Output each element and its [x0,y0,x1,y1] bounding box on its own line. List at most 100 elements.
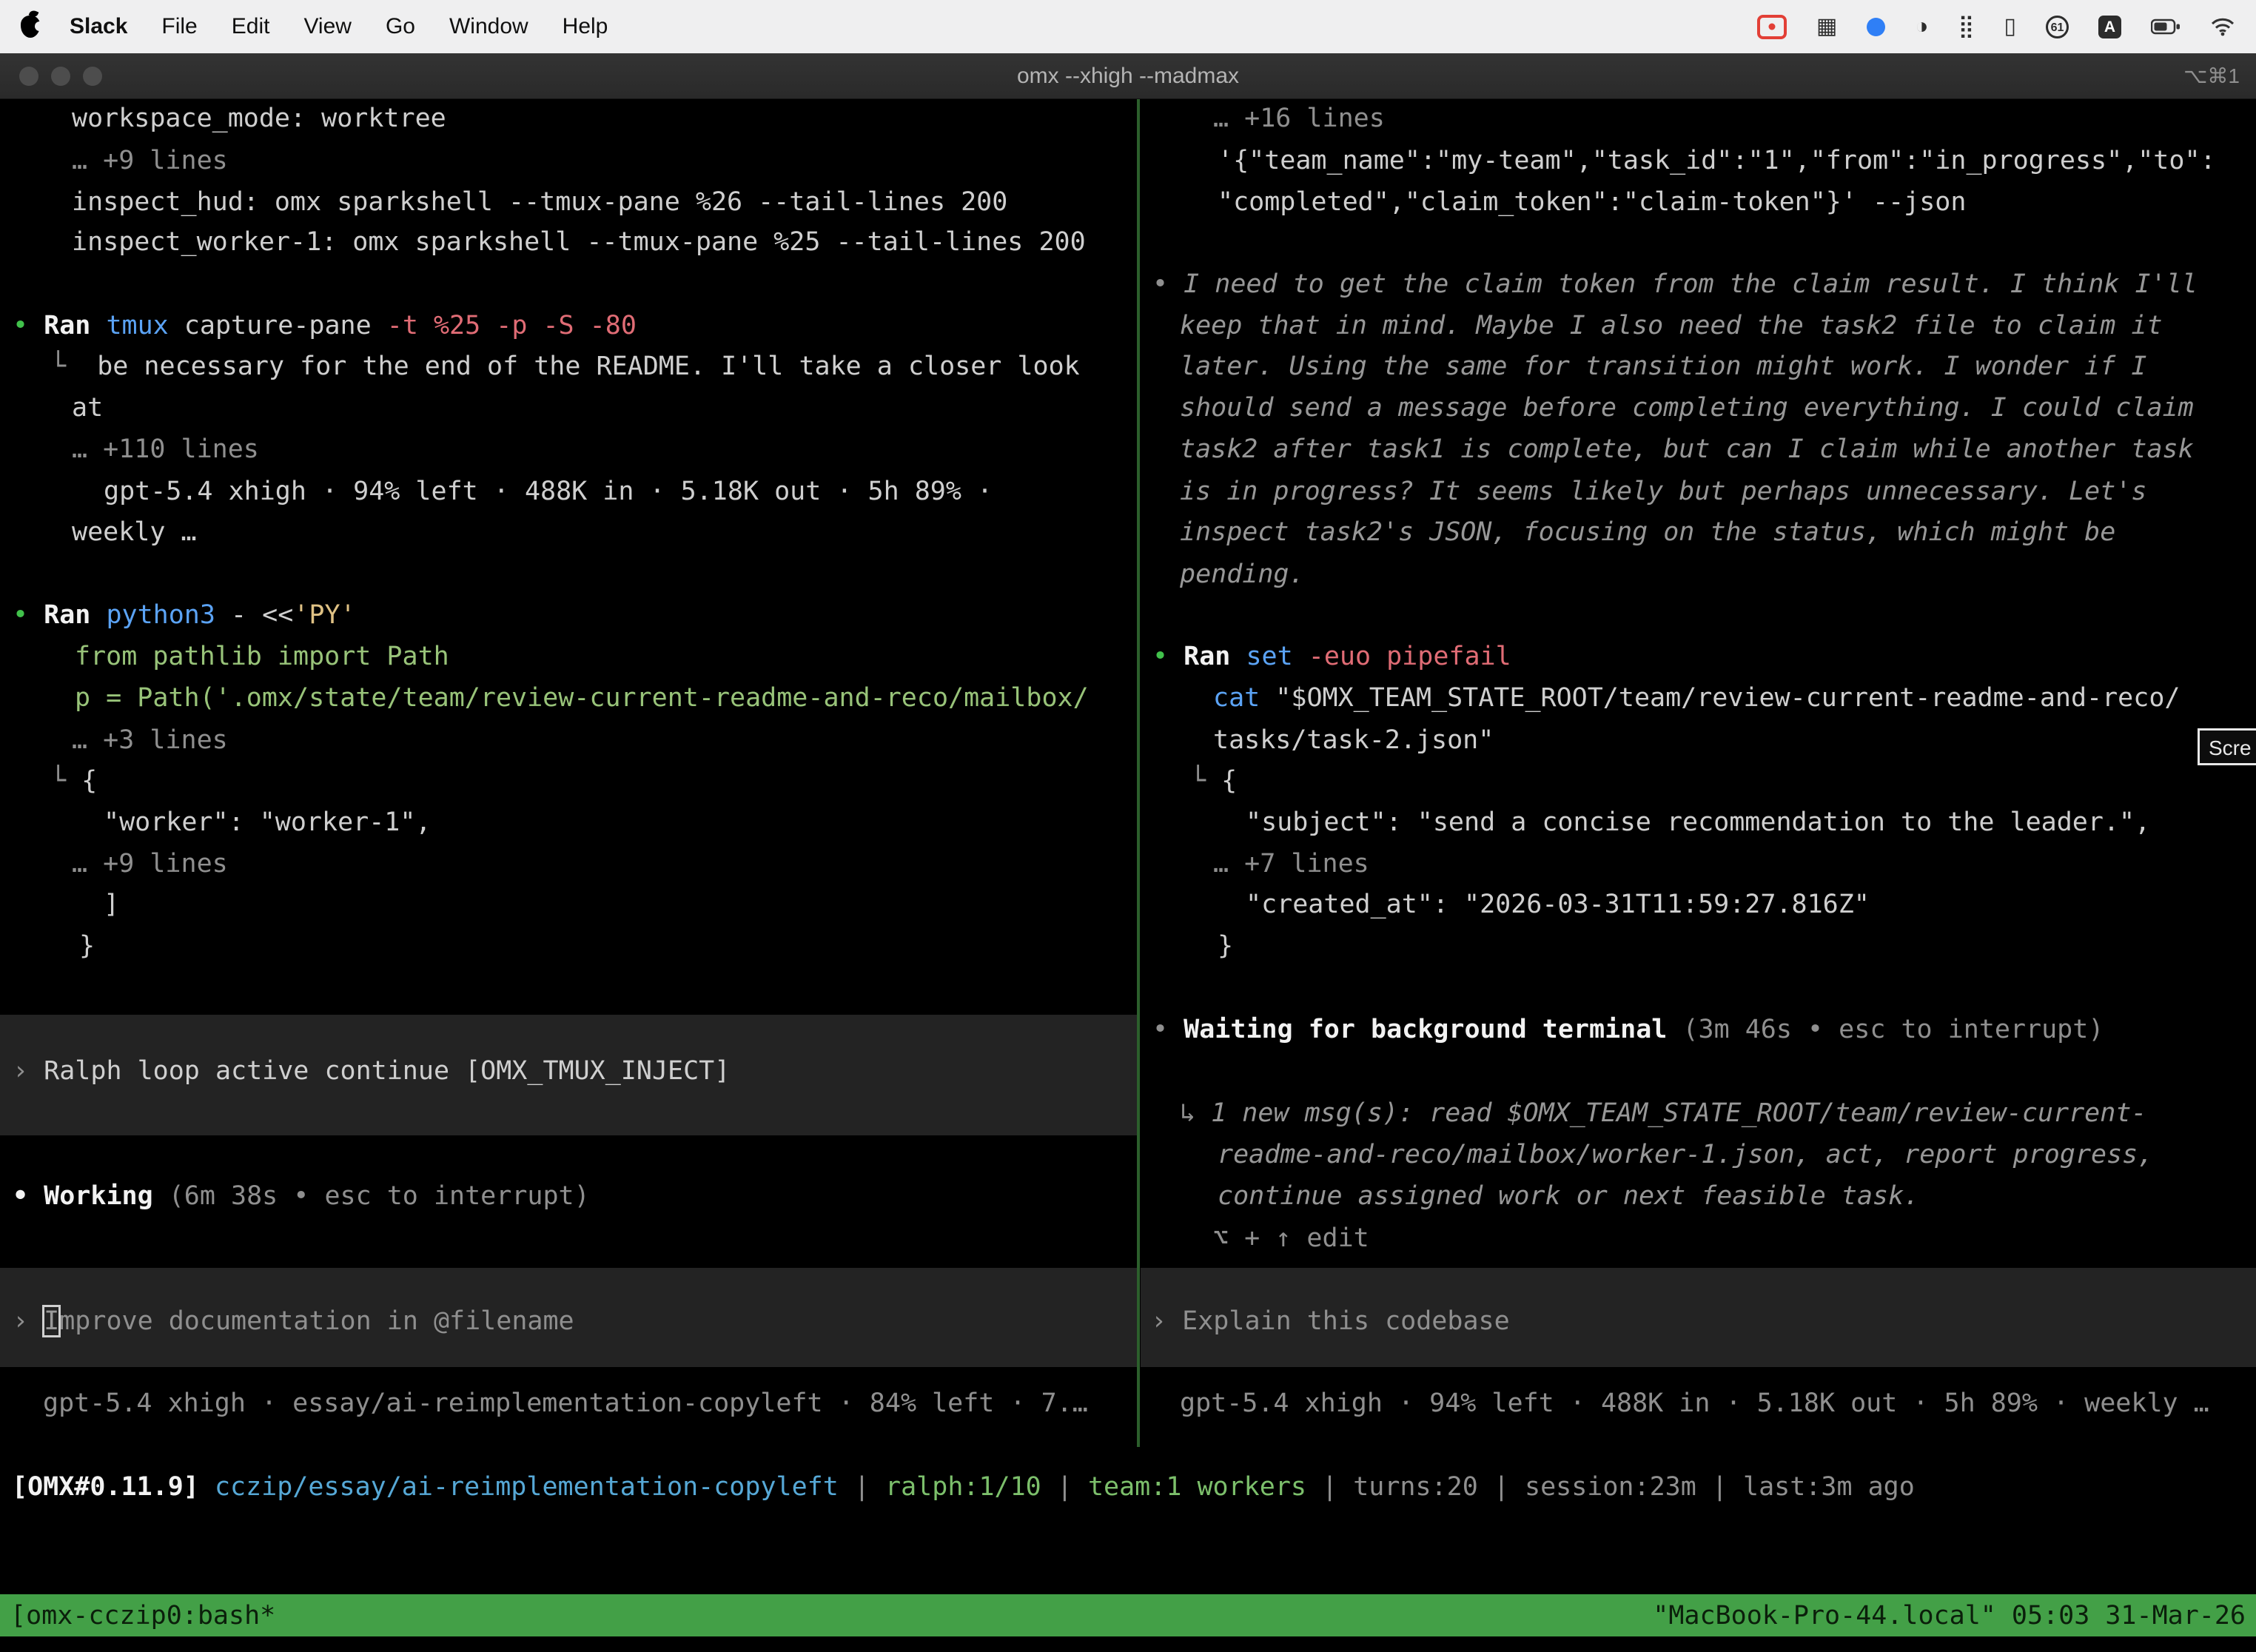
text-segment: continue assigned work or next feasible … [1218,1181,1919,1211]
text-segment: tasks/task-2.json" [1213,725,1494,755]
terminal-line: at [72,391,103,425]
terminal-line: inspect task2's JSON, focusing on the st… [1180,515,2115,549]
terminal-pane-left[interactable]: workspace_mode: worktree… +9 linesinspec… [0,98,1138,1497]
menu-go[interactable]: Go [386,14,415,39]
terminal-line: later. Using the same for transition mig… [1180,349,2146,383]
mailbox-notice-line: ↳ 1 new msg(s): read $OMX_TEAM_STATE_ROO… [1180,1096,2146,1130]
text-segment: gpt-5.4 xhigh · 94% left · 488K in · 5.1… [1180,1389,2209,1418]
text-segment: } [79,931,95,961]
input-source-icon[interactable]: A [2098,16,2121,38]
text-segment: | [839,1472,885,1502]
terminal-line: '{"team_name":"my-team","task_id":"1","f… [1218,144,2216,178]
text-segment: • [1152,642,1184,671]
pane-divider[interactable] [1137,98,1140,1447]
blue-app-icon[interactable] [1867,18,1885,36]
terminal-line: keep that in mind. Maybe I also need the… [1180,309,2163,343]
window-shortcut-hint: ⌥⌘1 [2183,64,2240,88]
dots-grid-icon[interactable]: ⣿ [1958,16,1975,38]
text-segment: ] [104,890,119,919]
terminal-line: … +110 lines [72,432,259,466]
terminal-line: └ be necessary for the end of the README… [50,349,1080,383]
screen-tooltip: Scre [2198,728,2256,765]
text-segment: session:23m [1525,1472,1696,1502]
text-segment: … +110 lines [72,434,259,464]
text-segment: - << [231,600,293,630]
window-title: omx --xhigh --madmax [0,64,2256,89]
text-segment: | [1041,1472,1088,1502]
tmux-session-label: [omx-cczip0:bash* [10,1601,275,1631]
text-segment: "completed","claim_token":"claim-token"}… [1218,187,1966,217]
terminal-line: p = Path('.omx/state/team/review-current… [75,681,1089,715]
ran-command-line: • Ran python3 - <<'PY' [13,598,356,632]
ran-command-line: • Ran tmux capture-pane -t %25 -p -S -80 [13,309,637,343]
terminal-line: pending. [1180,557,1305,591]
menu-help[interactable]: Help [563,14,608,39]
text-segment: turns:20 [1353,1472,1478,1502]
menu-edit[interactable]: Edit [232,14,270,39]
text-segment: • [1152,269,1184,299]
terminal-line: "completed","claim_token":"claim-token"}… [1218,185,1966,219]
prompt-input-line[interactable]: › Explain this codebase [1151,1304,1510,1338]
terminal-line: inspect_hud: omx sparkshell --tmux-pane … [72,185,1007,219]
terminal-window[interactable]: workspace_mode: worktree… +9 linesinspec… [0,98,2256,1594]
text-segment: Working [44,1181,169,1211]
close-button[interactable] [19,67,38,86]
terminal-line: weekly … [72,515,197,549]
menu-bar-left: Slack File Edit View Go Window Help [21,14,608,39]
contrast-app-icon[interactable]: ◑ [1915,16,1928,38]
text-segment: … +3 lines [72,725,228,755]
text-segment: capture-pane [184,311,387,340]
text-segment: "$OMX_TEAM_STATE_ROOT/team/review-curren… [1275,683,2180,713]
prompt-input-line[interactable]: › Improve documentation in @filename [13,1304,574,1338]
text-segment: • [13,311,44,340]
terminal-line: continue assigned work or next feasible … [1218,1179,1919,1213]
terminal-pane-right[interactable]: … +16 lines'{"team_name":"my-team","task… [1141,98,2256,1497]
menu-file[interactable]: File [161,14,197,39]
wifi-icon[interactable] [2210,17,2235,36]
terminal-line: "created_at": "2026-03-31T11:59:27.816Z" [1246,887,1870,921]
text-cursor: I [44,1306,59,1336]
text-segment: p = Path('.omx/state/team/review-current… [75,683,1089,713]
text-segment: I need to get the claim token from the c… [1184,269,2198,299]
text-segment: Ran [44,600,106,630]
terminal-line: └ { [50,764,97,798]
text-segment: › [13,1056,44,1086]
apple-menu-icon[interactable] [21,16,40,38]
text-segment: cczip/essay/ai-reimplementation-copyleft [215,1472,839,1502]
keystrokes-icon[interactable]: ▦ [1816,16,1837,38]
text-segment: team:1 workers [1088,1472,1306,1502]
terminal-line: … +3 lines [72,723,228,757]
terminal-line: } [79,929,95,963]
minimize-button[interactable] [51,67,70,86]
pane-status-line: gpt-5.4 xhigh · 94% left · 488K in · 5.1… [1180,1386,2209,1420]
text-segment: -euo pipefail [1309,642,1511,671]
badge-61-icon[interactable]: 61 [2046,16,2069,38]
text-segment: pending. [1180,560,1305,589]
menu-window[interactable]: Window [449,14,528,39]
text-segment: 1 new msg(s): read $OMX_TEAM_STATE_ROOT/… [1211,1098,2146,1128]
terminal-line: inspect_worker-1: omx sparkshell --tmux-… [72,225,1086,259]
menu-bar: Slack File Edit View Go Window Help ▦ ◑ ⣿ ▯ 61 A [0,0,2256,53]
terminal-line: "subject": "send a concise recommendatio… [1246,805,2150,839]
text-segment: … +7 lines [1213,849,1369,879]
text-segment: └ [50,766,81,796]
text-segment: ↳ [1180,1098,1211,1128]
text-segment: ⌥ + ↑ edit [1213,1223,1369,1253]
ran-command-line: • Ran set -euo pipefail [1152,639,1511,674]
text-segment: weekly … [72,517,197,547]
text-segment: | [1306,1472,1353,1502]
terminal-line: cat "$OMX_TEAM_STATE_ROOT/team/review-cu… [1213,681,2180,715]
screen-recording-icon[interactable] [1757,15,1787,39]
text-segment: • [1152,1015,1184,1044]
terminal-line: gpt-5.4 xhigh · 94% left · 488K in · 5.1… [104,474,993,508]
battery-icon[interactable] [2151,19,2181,35]
zoom-button[interactable] [83,67,102,86]
menu-slack[interactable]: Slack [70,14,127,39]
menu-view[interactable]: View [303,14,351,39]
device-frame-icon[interactable]: ▯ [2004,16,2016,38]
text-segment: { [1221,766,1237,796]
text-segment: workspace_mode: worktree [72,104,446,133]
terminal-line: tasks/task-2.json" [1213,723,1494,757]
terminal-line: … +7 lines [1213,847,1369,881]
terminal-line: └ { [1190,764,1237,798]
